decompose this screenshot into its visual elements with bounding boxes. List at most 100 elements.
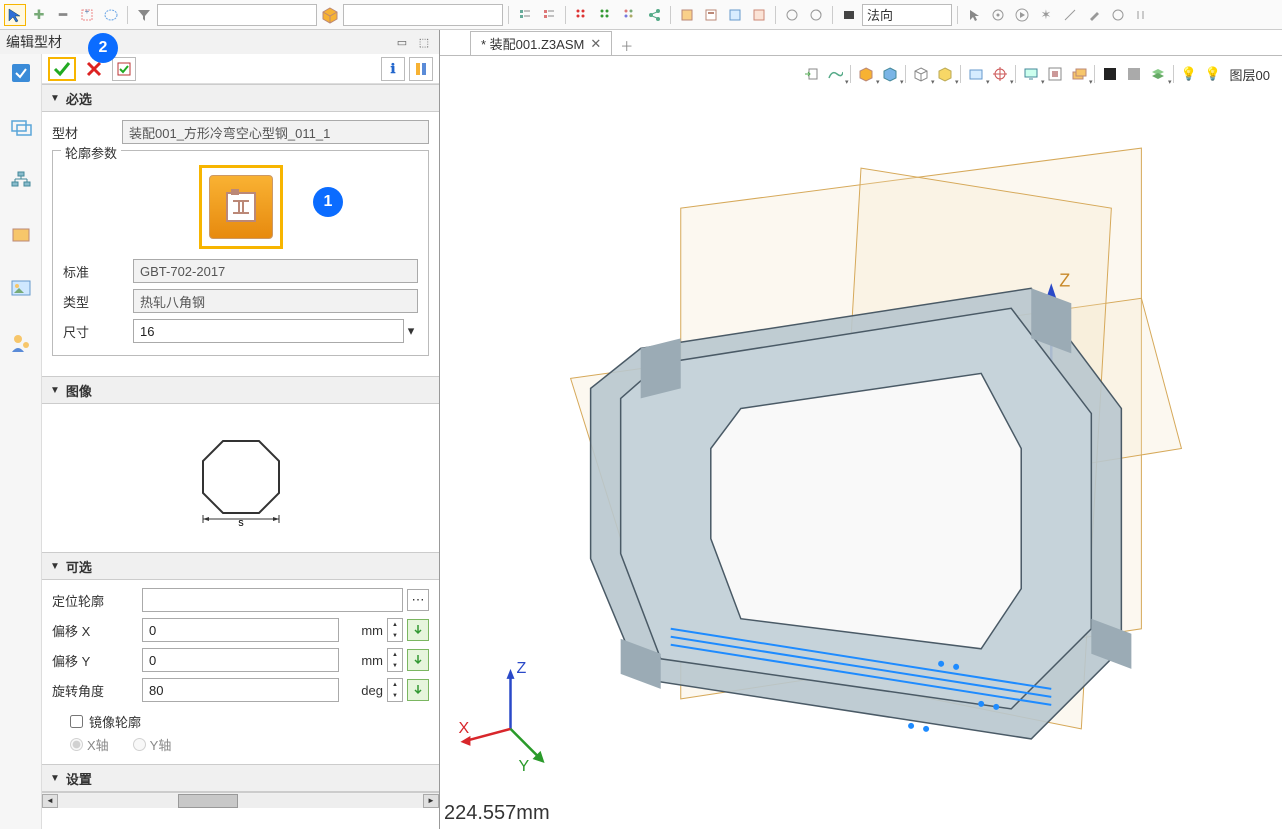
mirror-checkbox[interactable] xyxy=(70,715,83,728)
rotate-unit: deg xyxy=(339,683,387,698)
svg-text:X: X xyxy=(458,719,469,737)
box-nav-icon[interactable] xyxy=(8,222,34,248)
filter-combo[interactable] xyxy=(157,4,317,26)
apply-button[interactable] xyxy=(112,57,136,81)
color-gray-icon[interactable] xyxy=(1123,63,1145,85)
line-icon[interactable] xyxy=(1059,4,1081,26)
grid-mix-icon[interactable] xyxy=(619,4,641,26)
cube-orange-icon[interactable]: ▾ xyxy=(855,63,877,85)
frame-icon[interactable] xyxy=(1044,63,1066,85)
chevron-down-icon: ▼ xyxy=(50,385,60,396)
profile-label: 型材 xyxy=(52,123,122,142)
grid-green-icon[interactable] xyxy=(595,4,617,26)
optional-section-header[interactable]: ▼ 可选 xyxy=(42,552,439,580)
offset-y-stepper[interactable]: ▲▼ xyxy=(387,648,403,672)
tree-icon[interactable] xyxy=(8,168,34,194)
rotate-pick-icon[interactable] xyxy=(407,679,429,701)
cube-wire-icon[interactable]: ▾ xyxy=(910,63,932,85)
locate-contour-pick-icon[interactable]: ⋯ xyxy=(407,589,429,611)
doc-icon-4[interactable] xyxy=(748,4,770,26)
normal-combo[interactable]: 法向 xyxy=(862,4,952,26)
standard-label: 标准 xyxy=(63,262,133,281)
settings-section-header[interactable]: ▼ 设置 xyxy=(42,764,439,792)
edit-icon[interactable] xyxy=(1083,4,1105,26)
axis-x-radio[interactable]: X轴 xyxy=(70,735,109,754)
circle-icon-1[interactable] xyxy=(781,4,803,26)
circle-icon-2[interactable] xyxy=(805,4,827,26)
doc-icon-1[interactable] xyxy=(676,4,698,26)
import-icon[interactable] xyxy=(800,63,822,85)
panel-hscrollbar[interactable]: ◄ ► xyxy=(42,792,439,808)
bulb-off-icon[interactable]: 💡 xyxy=(1202,63,1224,85)
offset-x-stepper[interactable]: ▲▼ xyxy=(387,618,403,642)
star-icon[interactable]: ✶ xyxy=(1035,4,1057,26)
locate-contour-field[interactable] xyxy=(142,588,403,612)
offset-y-pick-icon[interactable] xyxy=(407,649,429,671)
color-black-icon[interactable] xyxy=(1099,63,1121,85)
mirror-label: 镜像轮廓 xyxy=(89,712,141,731)
panel-title-row: 编辑型材 ▭ ⬚ xyxy=(0,30,439,54)
type-field[interactable]: 热轧八角钢 xyxy=(133,289,418,313)
standard-field[interactable]: GBT-702-2017 xyxy=(133,259,418,283)
sketch-icon[interactable]: ▾ xyxy=(824,63,846,85)
panel-close-icon[interactable]: ⬚ xyxy=(415,33,433,51)
rect-icon[interactable] xyxy=(838,4,860,26)
doc-icon-2[interactable] xyxy=(700,4,722,26)
assembly-icon[interactable] xyxy=(8,114,34,140)
profile-field[interactable]: 装配001_方形冷弯空心型钢_011_1 xyxy=(122,120,429,144)
tab-add-icon[interactable]: ＋ xyxy=(620,36,633,55)
rotate-field[interactable]: 80 xyxy=(142,678,339,702)
minus-icon[interactable]: ━ xyxy=(52,4,74,26)
offset-x-field[interactable]: 0 xyxy=(142,618,339,642)
cube-yellow-icon[interactable]: ▾ xyxy=(934,63,956,85)
play-icon[interactable] xyxy=(1011,4,1033,26)
axis-y-radio[interactable]: Y轴 xyxy=(133,735,172,754)
bulb-on-icon[interactable]: 💡 xyxy=(1178,63,1200,85)
add-icon[interactable]: ✚ xyxy=(28,4,50,26)
pointer-icon[interactable] xyxy=(963,4,985,26)
panel-minimize-icon[interactable]: ▭ xyxy=(393,33,411,51)
circle-target-icon[interactable] xyxy=(987,4,1009,26)
info-icon[interactable]: ℹ xyxy=(381,57,405,81)
cube-blue-icon[interactable]: ▾ xyxy=(879,63,901,85)
right-pane: * 装配001.Z3ASM ✕ ＋ ▾ ▾ ▾ ▾ ▾ ▾ ▾ ▾ ▾ ▾ xyxy=(440,30,1282,829)
params-column: ℹ ▼ 必选 型材 装配001_方形冷弯空心型钢_011_1 轮廓参数 xyxy=(42,54,439,829)
layers-icon[interactable]: ▾ xyxy=(1068,63,1090,85)
lasso-icon[interactable] xyxy=(100,4,122,26)
parallel-icon[interactable] xyxy=(1131,4,1153,26)
select-tool-icon[interactable] xyxy=(4,4,26,26)
circle-icon-3[interactable] xyxy=(1107,4,1129,26)
size-field[interactable]: 16 xyxy=(133,319,404,343)
document-tab[interactable]: * 装配001.Z3ASM ✕ xyxy=(470,31,612,55)
plane-icon[interactable]: ▾ xyxy=(965,63,987,85)
3d-viewport[interactable]: Z xyxy=(440,88,1282,799)
offset-y-label: 偏移 Y xyxy=(52,651,142,670)
doc-icon-3[interactable] xyxy=(724,4,746,26)
confirm-blue-icon[interactable] xyxy=(8,60,34,86)
list-icon-1[interactable] xyxy=(514,4,536,26)
expand-selection-icon[interactable]: + xyxy=(76,4,98,26)
grid-red-icon[interactable] xyxy=(571,4,593,26)
list-icon-2[interactable] xyxy=(538,4,560,26)
ok-button[interactable] xyxy=(48,57,76,81)
image-section-header[interactable]: ▼ 图像 xyxy=(42,376,439,404)
offset-x-pick-icon[interactable] xyxy=(407,619,429,641)
chevron-down-icon: ▼ xyxy=(50,773,60,784)
box-icon[interactable] xyxy=(319,4,341,26)
image-nav-icon[interactable] xyxy=(8,276,34,302)
layer-combo[interactable]: 图层00 xyxy=(1226,65,1274,84)
stack-icon[interactable]: ▾ xyxy=(1147,63,1169,85)
entity-combo[interactable] xyxy=(343,4,503,26)
tab-close-icon[interactable]: ✕ xyxy=(590,36,601,52)
monitor-icon[interactable]: ▾ xyxy=(1020,63,1042,85)
share-icon[interactable] xyxy=(643,4,665,26)
required-section-header[interactable]: ▼ 必选 xyxy=(42,84,439,112)
profile-library-button[interactable] xyxy=(199,165,283,249)
user-nav-icon[interactable] xyxy=(8,330,34,356)
target-icon[interactable]: ▾ xyxy=(989,63,1011,85)
rotate-stepper[interactable]: ▲▼ xyxy=(387,678,403,702)
offset-y-field[interactable]: 0 xyxy=(142,648,339,672)
size-dropdown-icon[interactable]: ▾ xyxy=(404,323,418,339)
help-icon[interactable] xyxy=(409,57,433,81)
filter-icon[interactable] xyxy=(133,4,155,26)
